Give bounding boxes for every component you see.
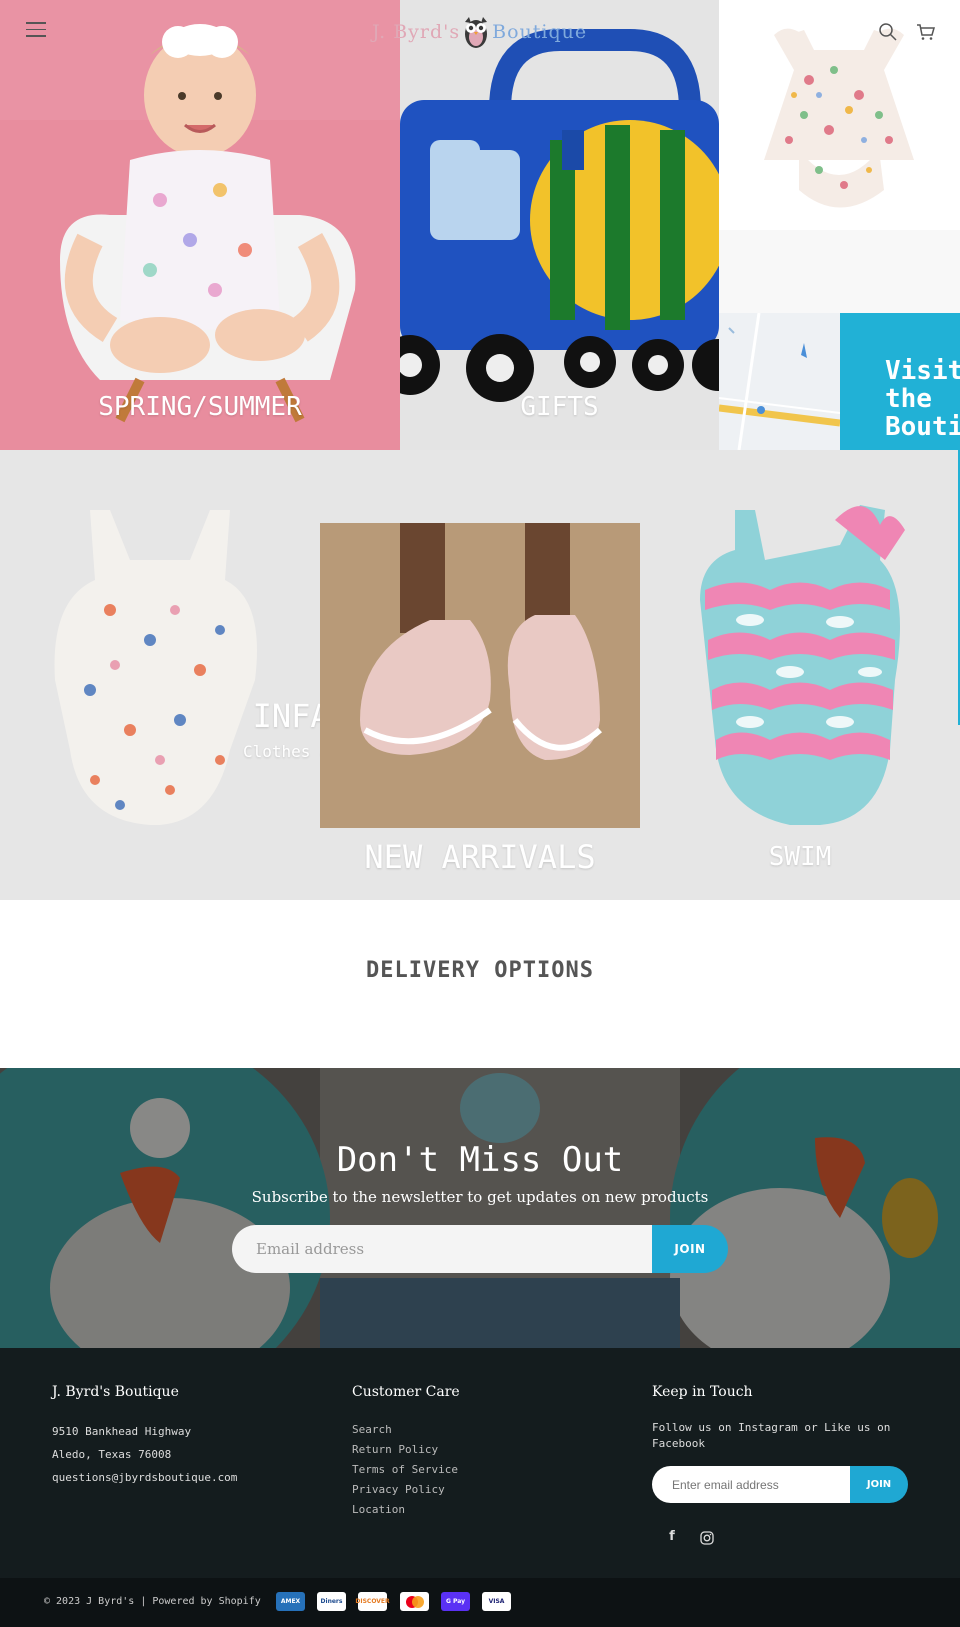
footer-col-contact: J. Byrd's Boutique 9510 Bankhead Highway…: [52, 1384, 237, 1489]
footer-keep-in-touch-title: Keep in Touch: [652, 1384, 753, 1400]
newsletter-subtitle: Subscribe to the newsletter to get updat…: [251, 1188, 709, 1206]
swimsuit-photo: [700, 505, 905, 825]
footer-email-input[interactable]: [652, 1466, 850, 1503]
tile-label-gifts: GIFTS: [520, 392, 599, 422]
footer-link-terms[interactable]: Terms of Service: [352, 1460, 460, 1480]
delivery-section: DELIVERY OPTIONS: [0, 900, 960, 1068]
footer-email[interactable]: questions@jbyrdsboutique.com: [52, 1466, 237, 1489]
site-header: J. Byrd's Boutique: [0, 0, 960, 64]
newsletter-title: Don't Miss Out: [336, 1140, 624, 1180]
romper-photo: [54, 510, 257, 825]
tile-label-spring-summer: SPRING/SUMMER: [98, 392, 302, 422]
bottom-bar: © 2023 J Byrd's | Powered by Shopify AME…: [0, 1578, 960, 1627]
newsletter-form: JOIN: [232, 1225, 728, 1273]
facebook-icon[interactable]: f: [662, 1529, 682, 1545]
shop-pay-icon: G Pay: [441, 1592, 470, 1611]
footer-join-button[interactable]: JOIN: [850, 1466, 908, 1503]
site-logo[interactable]: J. Byrd's Boutique: [372, 14, 590, 50]
baby-photo: [0, 0, 400, 450]
visit-boutique-label: Visit the Boutique: [885, 356, 960, 442]
social-links: f: [652, 1529, 908, 1545]
footer-signup-form: JOIN: [652, 1466, 908, 1503]
tile-label-new-arrivals: NEW ARRIVALS: [364, 838, 596, 876]
tile-gifts[interactable]: GIFTS: [400, 0, 719, 450]
cart-icon[interactable]: [916, 22, 936, 42]
owl-logo-icon: [465, 17, 488, 48]
tile-new-arrivals[interactable]: NEW ARRIVALS: [320, 450, 640, 900]
tile-infants[interactable]: INFANTS Clothes and Gear: [0, 450, 320, 900]
tile-map-location[interactable]: [719, 313, 840, 450]
diners-icon: Diners: [317, 1592, 346, 1611]
footer-social-text: Follow us on Instagram or Like us on Fac…: [652, 1421, 891, 1450]
footer-link-privacy[interactable]: Privacy Policy: [352, 1480, 460, 1500]
tile-spring-summer[interactable]: SPRING/SUMMER: [0, 0, 400, 450]
footer-address-line-1: 9510 Bankhead Highway: [52, 1425, 192, 1438]
tile-visit-boutique[interactable]: Visit the Boutique: [840, 313, 960, 450]
footer-link-search[interactable]: Search: [352, 1420, 460, 1440]
newsletter-email-input[interactable]: [232, 1225, 652, 1273]
map-image: [719, 313, 840, 450]
footer-address-line-2: Aledo, Texas 76008: [52, 1448, 172, 1461]
amex-icon: AMEX: [276, 1592, 305, 1611]
logo-text-secondary: Boutique: [492, 21, 588, 43]
delivery-title[interactable]: DELIVERY OPTIONS: [0, 958, 960, 983]
footer-link-return-policy[interactable]: Return Policy: [352, 1440, 460, 1460]
pink-shoes-photo: [320, 523, 640, 828]
tile-label-swim: SWIM: [768, 842, 832, 872]
tile-sublabel-infants: Clothes and Gear: [242, 742, 320, 761]
newsletter-join-button[interactable]: JOIN: [652, 1225, 728, 1273]
mastercard-circles: [405, 1595, 424, 1608]
footer-contact-title: J. Byrd's Boutique: [52, 1384, 179, 1400]
mastercard-icon: [400, 1592, 429, 1611]
tile-label-infants: INFANTS: [252, 697, 320, 735]
footer-col-keep-in-touch: Keep in Touch Follow us on Instagram or …: [652, 1384, 908, 1545]
hamburger-icon[interactable]: [26, 22, 46, 38]
footer-col-customer-care: Customer Care Search Return Policy Terms…: [352, 1384, 460, 1520]
tile-swim[interactable]: SWIM: [640, 450, 960, 900]
site-footer: J. Byrd's Boutique 9510 Bankhead Highway…: [0, 1348, 960, 1578]
plush-owls-background: [0, 1068, 960, 1348]
search-icon[interactable]: [878, 22, 898, 42]
copyright-text: © 2023 J Byrd's | Powered by Shopify: [44, 1596, 261, 1607]
footer-link-location[interactable]: Location: [352, 1500, 460, 1520]
logo-text-primary: J. Byrd's: [372, 21, 461, 43]
footer-customer-care-title: Customer Care: [352, 1384, 460, 1400]
discover-icon: DISCOVER: [355, 1592, 390, 1611]
visa-icon: VISA: [482, 1592, 511, 1611]
instagram-icon[interactable]: [700, 1531, 714, 1545]
newsletter-section: Don't Miss Out Subscribe to the newslett…: [0, 1068, 960, 1348]
toy-truck-photo: [400, 0, 719, 450]
